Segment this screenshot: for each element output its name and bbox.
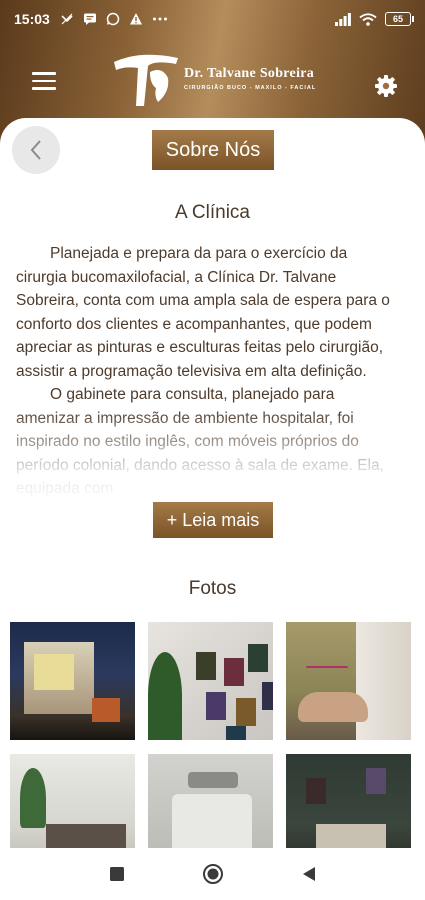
chevron-left-icon [30, 140, 41, 160]
logo-subtitle: CIRURGIÃO BUCO - MAXILO - FACIAL [184, 85, 317, 91]
section-title-clinic: A Clínica [175, 202, 250, 223]
message-icon [83, 13, 96, 25]
wifi-icon [359, 12, 377, 26]
battery-level: 65 [392, 14, 403, 24]
clinic-logo: Dr. Talvane Sobreira CIRURGIÃO BUCO - MA… [110, 48, 330, 110]
photo-office-room[interactable] [286, 754, 411, 848]
triangle-left-icon[interactable] [297, 862, 321, 886]
status-right: 65 [335, 12, 414, 26]
missed-call-icon [61, 13, 73, 25]
signal-icon [335, 12, 351, 26]
square-icon[interactable] [105, 862, 129, 886]
system-navigation-bar [0, 848, 425, 900]
logo-name: Dr. Talvane Sobreira [184, 66, 315, 81]
logo-text: Dr. Talvane Sobreira CIRURGIÃO BUCO - MA… [184, 66, 316, 91]
section-title-photos: Fotos [188, 578, 237, 599]
photo-gallery [10, 622, 412, 848]
status-bar: 15:03 65 [0, 0, 425, 38]
app-header: Dr. Talvane Sobreira CIRURGIÃO BUCO - MA… [0, 40, 425, 122]
circle-icon[interactable] [201, 862, 225, 886]
hamburger-menu-icon[interactable] [32, 72, 56, 90]
battery-icon: 65 [385, 12, 414, 26]
photo-waiting-lounge[interactable] [286, 622, 411, 740]
read-more-button[interactable]: + Leia mais [153, 502, 273, 538]
back-button[interactable] [12, 126, 60, 174]
whatsapp-icon [106, 12, 120, 26]
warning-icon [129, 13, 142, 25]
content-card: Sobre Nós A Clínica Planejada e prepara … [0, 118, 425, 848]
gear-icon[interactable] [374, 74, 398, 98]
photo-exam-room[interactable] [148, 754, 273, 848]
photo-building-exterior[interactable] [10, 622, 135, 740]
status-time: 15:03 [14, 11, 50, 27]
logo-emblem-icon [114, 54, 178, 106]
page-title: Sobre Nós [152, 130, 274, 170]
more-dots-icon [152, 17, 167, 21]
about-paragraph-1: Planejada e prepara da para o exercício … [16, 245, 390, 380]
notification-icons [60, 12, 168, 26]
photo-paintings-wall[interactable] [148, 622, 273, 740]
photo-reception-hall[interactable] [10, 754, 135, 848]
